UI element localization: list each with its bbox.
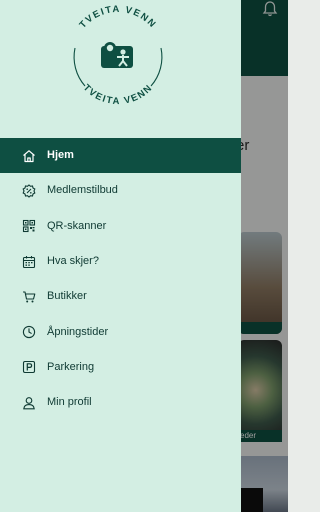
menu-item-butikker[interactable]: Butikker <box>0 279 241 314</box>
cart-icon <box>21 289 37 305</box>
menu-item-hva-skjer[interactable]: Hva skjer? <box>0 244 241 279</box>
svg-text:TVEITA VENN: TVEITA VENN <box>77 4 158 31</box>
drawer-menu: Hjem Medlemstilbud QR-skanner Hva skjer?… <box>0 138 241 420</box>
menu-item-label: Hva skjer? <box>47 255 99 268</box>
menu-item-label: Medlemstilbud <box>47 184 118 197</box>
menu-item-label: Min profil <box>47 396 92 409</box>
menu-item-min-profil[interactable]: Min profil <box>0 385 241 420</box>
menu-item-apningstider[interactable]: Åpningstider <box>0 314 241 349</box>
calendar-icon <box>21 254 37 270</box>
percent-badge-icon <box>21 183 37 199</box>
menu-item-parkering[interactable]: Parkering <box>0 350 241 385</box>
menu-item-label: Åpningstider <box>47 325 109 338</box>
menu-item-label: Hjem <box>47 149 74 162</box>
user-icon <box>21 395 37 411</box>
svg-text:TVEITA VENN: TVEITA VENN <box>81 82 155 107</box>
qr-code-icon <box>21 218 37 234</box>
navigation-drawer: TVEITA VENN TVEITA VENN Hjem Medlemstilb… <box>0 0 241 512</box>
clock-icon <box>21 324 37 340</box>
menu-item-label: Parkering <box>47 360 95 373</box>
parking-icon <box>21 359 37 375</box>
home-icon <box>21 148 37 164</box>
menu-item-qr-skanner[interactable]: QR-skanner <box>0 209 241 244</box>
menu-item-hjem[interactable]: Hjem <box>0 138 241 174</box>
menu-item-label: QR-skanner <box>47 219 107 232</box>
menu-item-label: Butikker <box>47 290 87 303</box>
tveita-venn-logo: TVEITA VENN TVEITA VENN <box>61 0 175 112</box>
menu-item-medlemstilbud[interactable]: Medlemstilbud <box>0 173 241 208</box>
